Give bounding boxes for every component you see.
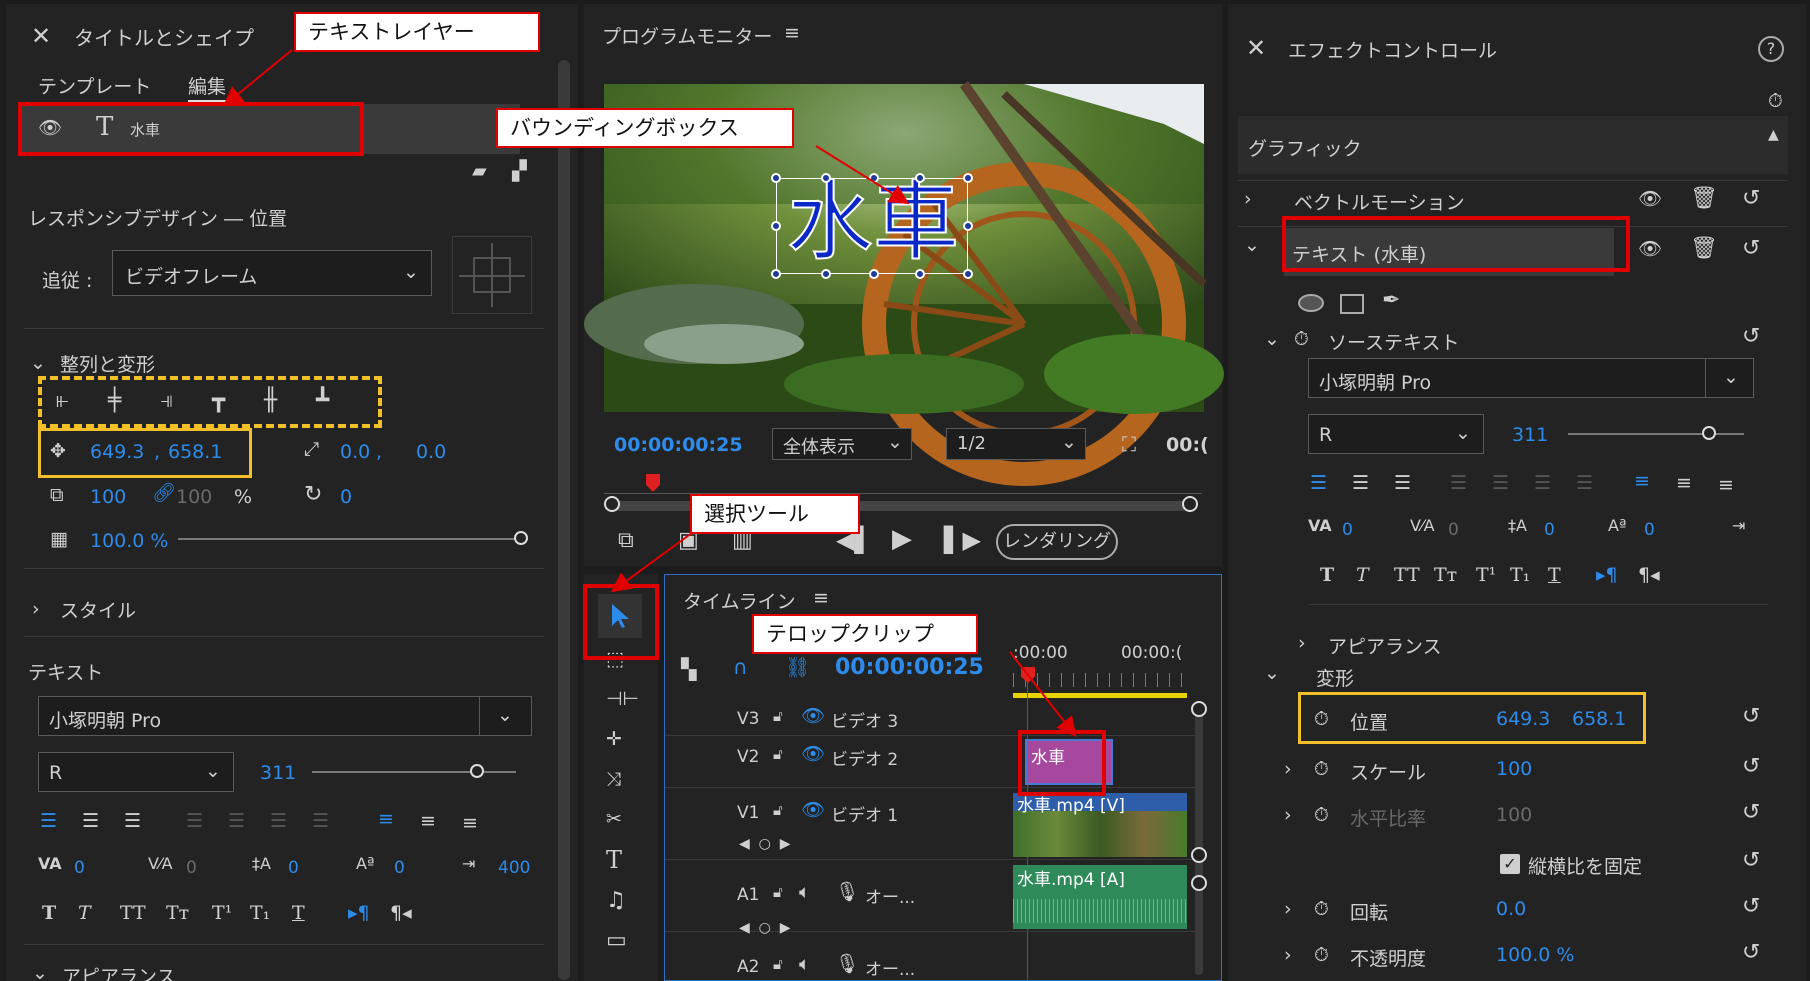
- callout-select-tool: 選択ツール: [690, 494, 860, 534]
- callout-telop-clip: テロップクリップ: [752, 614, 978, 654]
- callout-arrows: [222, 49, 1077, 738]
- callout-bounding-box: バウンディングボックス: [496, 108, 794, 148]
- callout-text-layer: テキストレイヤー: [294, 12, 540, 52]
